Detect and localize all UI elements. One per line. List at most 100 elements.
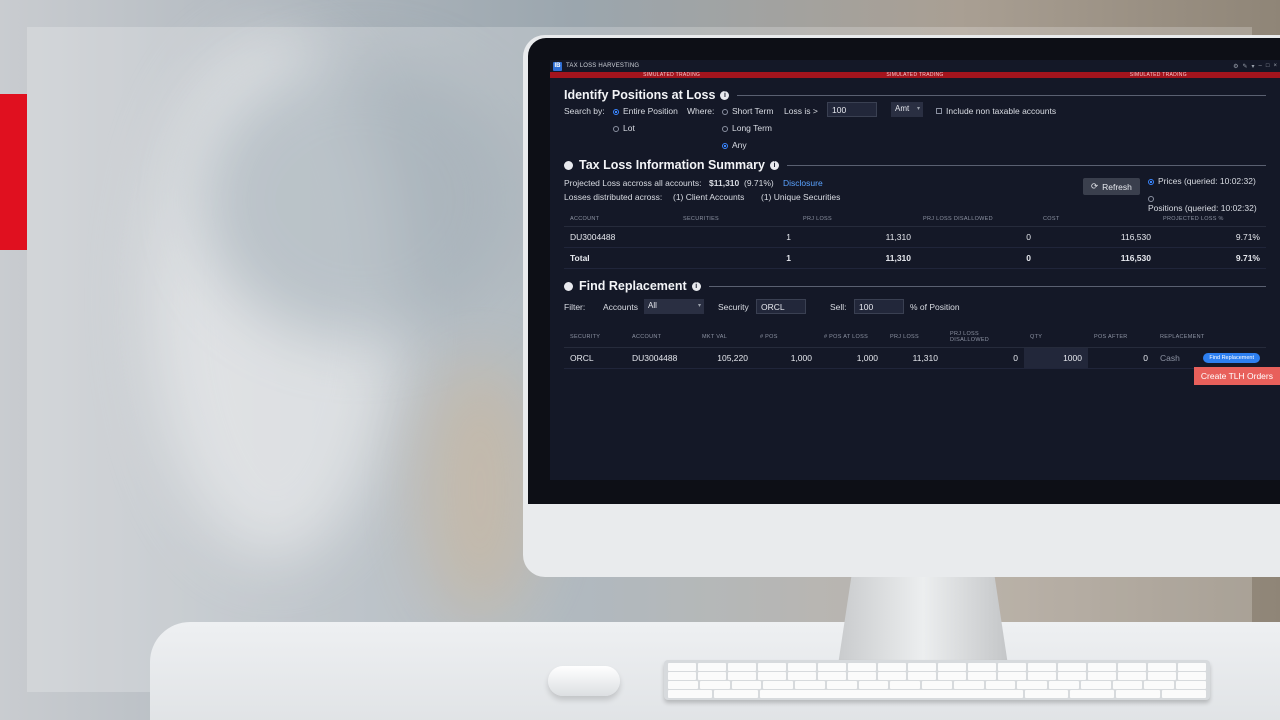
col-projected-loss-pct[interactable]: PROJECTED LOSS % <box>1157 212 1266 227</box>
table-row[interactable]: DU3004488 1 11,310 0 116,530 9.71% <box>564 226 1266 248</box>
prices-radio[interactable]: Prices (queried: 10:02:32) <box>1148 176 1256 186</box>
cell-mkt-val: 105,220 <box>696 347 754 369</box>
short-term-radio[interactable]: Short Term <box>722 106 773 116</box>
accounts-label: Accounts <box>603 302 638 312</box>
cell-total-cost: 116,530 <box>1037 247 1157 269</box>
table-row[interactable]: ORCL DU3004488 105,220 1,000 1,000 11,31… <box>564 347 1266 369</box>
info-icon[interactable]: i <box>720 90 730 100</box>
col-pos-at-loss[interactable]: # POS AT LOSS <box>818 327 884 348</box>
cell-total-pct: 9.71% <box>1157 247 1266 269</box>
loss-is-label: Loss is > <box>784 106 818 116</box>
close-icon[interactable]: × <box>1273 63 1277 70</box>
col-qty[interactable]: QTY <box>1024 327 1088 348</box>
refresh-icon: ⟳ <box>1091 181 1099 191</box>
search-by-label: Search by: <box>564 106 605 116</box>
table-header: ACCOUNT SECURITIES PRJ LOSS PRJ LOSS DIS… <box>564 212 1266 227</box>
app-icon: IB <box>553 61 562 71</box>
collapse-icon[interactable] <box>564 160 573 170</box>
cell-projected-loss-pct: 9.71% <box>1157 226 1266 248</box>
cell-prj-loss-disallowed: 0 <box>917 226 1037 248</box>
pin-icon[interactable]: ✎ <box>1242 63 1247 70</box>
summary-info: Projected Loss accross all accounts: $11… <box>564 176 1266 213</box>
divider <box>786 164 1266 166</box>
col-prj-loss[interactable]: PRJ LOSS <box>884 327 944 348</box>
col-account[interactable]: ACCOUNT <box>564 212 677 227</box>
table-header: SECURITY ACCOUNT MKT VAL # POS # POS AT … <box>564 327 1266 348</box>
cell-prj-loss-disallowed: 0 <box>944 347 1024 369</box>
include-non-taxable-checkbox[interactable]: Include non taxable accounts <box>936 106 1056 116</box>
cell-account: DU3004488 <box>626 347 696 369</box>
cell-securities: 1 <box>677 226 797 248</box>
entire-position-radio[interactable]: Entire Position <box>613 106 678 116</box>
tlh-window: IB TAX LOSS HARVESTING ⚙ ✎ ▾ – □ × SIMUL… <box>550 60 1280 480</box>
col-pos-after[interactable]: POS AFTER <box>1088 327 1154 348</box>
amt-select[interactable]: Amt <box>891 102 923 117</box>
col-prj-loss-disallowed[interactable]: PRJ LOSS DISALLOWED <box>944 327 1024 348</box>
long-term-radio[interactable]: Long Term <box>722 123 772 133</box>
divider <box>708 285 1266 287</box>
cell-total-label: Total <box>564 247 677 269</box>
accounts-select[interactable]: All <box>644 299 704 314</box>
monitor-stand <box>838 575 1008 665</box>
col-prj-loss[interactable]: PRJ LOSS <box>797 212 917 227</box>
any-radio[interactable]: Any <box>722 140 747 150</box>
identify-section-header: Identify Positions at Loss i <box>564 88 1266 102</box>
losses-distributed-label: Losses distributed across: <box>564 192 663 202</box>
refresh-button[interactable]: ⟳ Refresh <box>1083 178 1140 195</box>
keyboard <box>664 660 1210 700</box>
cell-security: ORCL <box>564 347 626 369</box>
window-controls: ⚙ ✎ ▾ – □ × <box>1233 63 1277 70</box>
positions-radio[interactable]: Positions (queried: 10:02:32) <box>1148 193 1266 213</box>
cell-prj-loss: 11,310 <box>797 226 917 248</box>
replacement-title: Find Replacement <box>579 279 687 293</box>
cell-total-prj-loss: 11,310 <box>797 247 917 269</box>
identify-title: Identify Positions at Loss <box>564 88 716 102</box>
mouse <box>548 666 620 696</box>
search-criteria: Search by: Entire Position Lot Where: Sh… <box>564 102 1266 152</box>
create-tlh-orders-button[interactable]: Create TLH Orders <box>1193 367 1280 385</box>
qty-input[interactable]: 1000 <box>1024 347 1088 369</box>
sell-input[interactable]: 100 <box>854 299 904 314</box>
pct-position-label: % of Position <box>910 302 960 312</box>
minimize-icon[interactable]: – <box>1259 63 1262 70</box>
cell-replacement: Cash Find Replacement <box>1154 347 1266 369</box>
info-icon[interactable]: i <box>691 281 701 291</box>
replacement-section-header: Find Replacement i <box>564 279 1266 293</box>
lot-radio[interactable]: Lot <box>613 123 635 133</box>
col-replacement[interactable]: REPLACEMENT <box>1154 327 1266 348</box>
col-securities[interactable]: SECURITIES <box>677 212 797 227</box>
sell-label: Sell: <box>830 302 847 312</box>
divider <box>737 94 1266 96</box>
window-title: TAX LOSS HARVESTING <box>566 63 640 69</box>
col-security[interactable]: SECURITY <box>564 327 626 348</box>
col-mkt-val[interactable]: MKT VAL <box>696 327 754 348</box>
cell-total-disallowed: 0 <box>917 247 1037 269</box>
summary-table: ACCOUNT SECURITIES PRJ LOSS PRJ LOSS DIS… <box>564 212 1266 269</box>
replacement-value[interactable]: Cash <box>1160 353 1180 363</box>
info-icon[interactable]: i <box>769 160 779 170</box>
loss-threshold-input[interactable]: 100 <box>827 102 877 117</box>
disclosure-link[interactable]: Disclosure <box>783 178 823 188</box>
cell-cost: 116,530 <box>1037 226 1157 248</box>
col-cost[interactable]: COST <box>1037 212 1157 227</box>
col-pos[interactable]: # POS <box>754 327 818 348</box>
replacement-filters: Filter: Accounts All Security ORCL Sell:… <box>564 299 1266 319</box>
col-account[interactable]: ACCOUNT <box>626 327 696 348</box>
simulated-trading-bar: SIMULATED TRADING SIMULATED TRADING SIMU… <box>550 72 1280 78</box>
chevron-down-icon[interactable]: ▾ <box>1252 63 1255 70</box>
security-input[interactable]: ORCL <box>756 299 806 314</box>
projected-loss-value: $11,310 <box>709 178 740 188</box>
cell-pos: 1,000 <box>754 347 818 369</box>
projected-loss-label: Projected Loss accross all accounts: <box>564 178 702 188</box>
settings-icon[interactable]: ⚙ <box>1233 63 1238 70</box>
replacement-table: SECURITY ACCOUNT MKT VAL # POS # POS AT … <box>564 327 1266 369</box>
cell-total-securities: 1 <box>677 247 797 269</box>
summary-title: Tax Loss Information Summary <box>579 158 765 172</box>
unique-securities-count: (1) Unique Securities <box>761 192 841 202</box>
find-replacement-button[interactable]: Find Replacement <box>1203 353 1260 363</box>
sim-label: SIMULATED TRADING <box>1129 72 1187 78</box>
collapse-icon[interactable] <box>564 281 573 291</box>
projected-loss-pct: (9.71%) <box>744 178 774 188</box>
col-prj-loss-disallowed[interactable]: PRJ LOSS DISALLOWED <box>917 212 1037 227</box>
maximize-icon[interactable]: □ <box>1266 63 1270 70</box>
